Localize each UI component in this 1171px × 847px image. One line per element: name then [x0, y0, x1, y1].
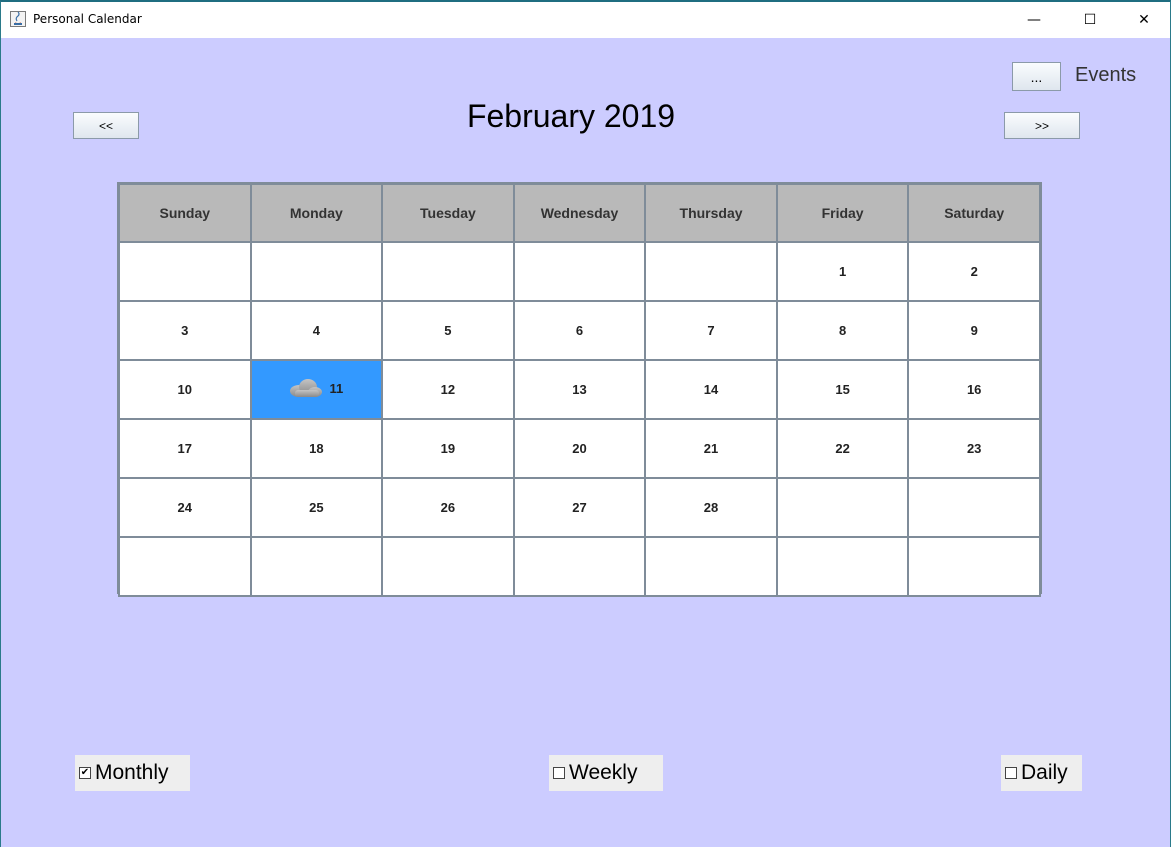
day-cell[interactable]	[775, 536, 910, 597]
day-cell[interactable]	[907, 477, 1041, 538]
day-cell[interactable]: 17	[118, 418, 252, 479]
day-cell[interactable]: 18	[249, 418, 384, 479]
weekly-label: Weekly	[569, 761, 638, 784]
week-row: 1 2	[118, 241, 1041, 302]
cloud-icon	[289, 378, 323, 401]
checkbox-checked-icon[interactable]: ✔	[79, 767, 91, 779]
checkbox-unchecked-icon[interactable]	[1005, 767, 1017, 779]
day-cell[interactable]: 27	[512, 477, 647, 538]
weekday-header: Thursday	[644, 183, 778, 243]
week-row: 24 25 26 27 28	[118, 477, 1041, 538]
day-cell[interactable]: 7	[644, 300, 778, 361]
title-bar[interactable]: Personal Calendar — ☐ ✕	[1, 2, 1170, 38]
day-cell[interactable]: 23	[907, 418, 1041, 479]
day-cell[interactable]	[249, 536, 384, 597]
week-row: 17 18 19 20 21 22 23	[118, 418, 1041, 479]
events-label: Events	[1075, 64, 1137, 86]
weekday-header: Wednesday	[512, 183, 647, 243]
day-cell[interactable]: 14	[644, 359, 778, 420]
month-title: February 2019	[466, 98, 676, 134]
checkbox-unchecked-icon[interactable]	[553, 767, 565, 779]
weekday-header: Tuesday	[381, 183, 515, 243]
day-cell[interactable]: 16	[907, 359, 1041, 420]
day-cell[interactable]: 10	[118, 359, 252, 420]
java-app-icon	[10, 11, 26, 27]
day-cell[interactable]: 15	[775, 359, 910, 420]
window-title: Personal Calendar	[33, 12, 142, 26]
maximize-button[interactable]: ☐	[1067, 2, 1113, 38]
weekday-header: Sunday	[118, 183, 252, 243]
day-cell[interactable]: 4	[249, 300, 384, 361]
day-cell[interactable]	[907, 536, 1041, 597]
day-cell[interactable]: 6	[512, 300, 647, 361]
weekday-header-row: Sunday Monday Tuesday Wednesday Thursday…	[118, 183, 1041, 243]
day-cell[interactable]: 13	[512, 359, 647, 420]
week-row: 3 4 5 6 7 8 9	[118, 300, 1041, 361]
day-cell[interactable]	[644, 241, 778, 302]
day-cell[interactable]: 21	[644, 418, 778, 479]
day-cell[interactable]: 22	[775, 418, 910, 479]
day-cell[interactable]: 26	[381, 477, 515, 538]
week-row	[118, 536, 1041, 597]
day-cell[interactable]	[644, 536, 778, 597]
day-cell[interactable]: 12	[381, 359, 515, 420]
day-cell[interactable]: 19	[381, 418, 515, 479]
app-window: Personal Calendar — ☐ ✕ ... Events << Fe…	[0, 0, 1171, 847]
day-cell[interactable]: 20	[512, 418, 647, 479]
weekday-header: Monday	[249, 183, 384, 243]
day-cell[interactable]	[249, 241, 384, 302]
day-cell[interactable]: 25	[249, 477, 384, 538]
day-cell[interactable]	[381, 241, 515, 302]
calendar-grid: Sunday Monday Tuesday Wednesday Thursday…	[117, 182, 1042, 597]
weekday-header: Friday	[775, 183, 910, 243]
day-cell[interactable]: 9	[907, 300, 1041, 361]
calendar-panel: ... Events << February 2019 >> Sunday Mo…	[1, 38, 1170, 847]
next-month-button[interactable]: >>	[1004, 112, 1080, 139]
weekday-header: Saturday	[907, 183, 1041, 243]
day-cell[interactable]: 2	[907, 241, 1041, 302]
day-cell[interactable]	[118, 241, 252, 302]
day-cell[interactable]	[775, 477, 910, 538]
day-cell[interactable]: 5	[381, 300, 515, 361]
monthly-label: Monthly	[95, 761, 169, 784]
events-button[interactable]: ...	[1012, 62, 1061, 91]
day-cell[interactable]: 8	[775, 300, 910, 361]
day-cell[interactable]	[381, 536, 515, 597]
calendar-table: Sunday Monday Tuesday Wednesday Thursday…	[118, 183, 1041, 597]
previous-month-button[interactable]: <<	[73, 112, 139, 139]
day-cell[interactable]	[118, 536, 252, 597]
day-cell[interactable]	[512, 241, 647, 302]
selected-day-cell[interactable]: 11	[249, 359, 384, 420]
week-row: 10 11 12 13 14 15 16	[118, 359, 1041, 420]
selected-day-number: 11	[329, 380, 344, 396]
minimize-button[interactable]: —	[1011, 2, 1057, 38]
day-cell[interactable]	[512, 536, 647, 597]
weekly-view-checkbox[interactable]: Weekly	[549, 755, 663, 791]
daily-view-checkbox[interactable]: Daily	[1001, 755, 1082, 791]
day-cell[interactable]: 1	[775, 241, 910, 302]
day-cell[interactable]: 24	[118, 477, 252, 538]
daily-label: Daily	[1021, 761, 1068, 784]
close-button[interactable]: ✕	[1121, 2, 1167, 38]
monthly-view-checkbox[interactable]: ✔ Monthly	[75, 755, 190, 791]
day-cell[interactable]: 28	[644, 477, 778, 538]
day-cell[interactable]: 3	[118, 300, 252, 361]
